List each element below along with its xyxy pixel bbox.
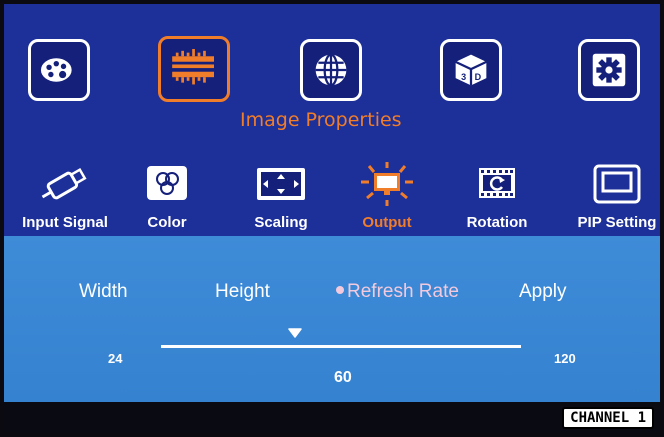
globe-icon[interactable] bbox=[300, 39, 362, 101]
channel-badge: CHANNEL 1 bbox=[562, 407, 654, 429]
pip-window-icon bbox=[593, 164, 641, 204]
tab-label: Input Signal bbox=[22, 214, 108, 231]
tab-scaling[interactable]: Scaling bbox=[226, 154, 336, 236]
section-title: Image Properties bbox=[240, 109, 402, 131]
refresh-rate-option[interactable]: Refresh Rate bbox=[336, 281, 459, 303]
rotation-icon bbox=[479, 168, 515, 198]
slider-thumb-icon[interactable] bbox=[288, 328, 302, 338]
osd-menu: 3 D Image Properties Input Signal Color … bbox=[4, 4, 660, 433]
scaling-arrows-icon bbox=[257, 168, 305, 200]
monitor-rays-icon bbox=[361, 162, 413, 206]
tab-label: Output bbox=[362, 214, 412, 231]
slider-max-label: 120 bbox=[554, 351, 576, 366]
image-properties-icon[interactable] bbox=[158, 36, 230, 102]
width-option[interactable]: Width bbox=[79, 281, 128, 303]
tab-input-signal[interactable]: Input Signal bbox=[10, 154, 120, 236]
tab-label: Scaling bbox=[254, 214, 308, 231]
tab-color[interactable]: Color bbox=[112, 154, 222, 236]
refresh-rate-label: Refresh Rate bbox=[347, 281, 459, 302]
svg-text:D: D bbox=[475, 72, 482, 82]
output-settings-panel: Width Height Refresh Rate Apply 24 120 6… bbox=[4, 236, 660, 402]
rgb-circles-icon bbox=[147, 166, 187, 200]
tab-label: PIP Setting bbox=[577, 214, 657, 231]
3d-cube-icon[interactable]: 3 D bbox=[440, 39, 502, 101]
top-menu-area: 3 D Image Properties Input Signal Color … bbox=[4, 4, 660, 236]
slider-value: 60 bbox=[334, 369, 352, 386]
apply-button[interactable]: Apply bbox=[519, 281, 567, 303]
palette-icon[interactable] bbox=[28, 39, 90, 101]
height-option[interactable]: Height bbox=[215, 281, 270, 303]
gear-icon[interactable] bbox=[578, 39, 640, 101]
tab-label: Color bbox=[147, 214, 187, 231]
tab-pip-setting[interactable]: PIP Setting bbox=[562, 154, 660, 236]
refresh-rate-slider[interactable] bbox=[161, 345, 521, 348]
usb-cable-icon bbox=[41, 167, 87, 200]
selected-bullet-icon bbox=[336, 286, 344, 294]
tab-label: Rotation bbox=[466, 214, 528, 231]
slider-min-label: 24 bbox=[108, 351, 123, 366]
tab-rotation[interactable]: Rotation bbox=[442, 154, 552, 236]
svg-text:3: 3 bbox=[461, 72, 466, 82]
tab-output[interactable]: Output bbox=[332, 154, 442, 236]
status-bar: CHANNEL 1 bbox=[4, 402, 660, 433]
